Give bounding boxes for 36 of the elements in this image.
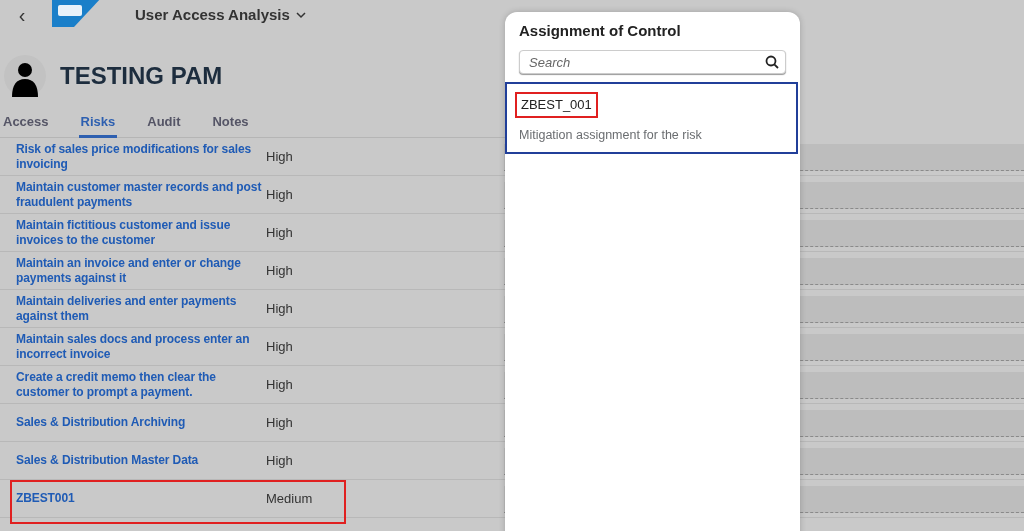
risk-link[interactable]: Risk of sales price modifications for sales invoicing <box>16 141 266 172</box>
risk-link[interactable]: ZBEST001 <box>16 491 266 506</box>
tab[interactable]: Notes <box>210 108 251 138</box>
risk-link[interactable]: Sales & Distribution Archiving <box>16 415 266 430</box>
risk-level: High <box>266 261 294 280</box>
dialog-title: Assignment of Control <box>518 21 682 41</box>
risk-level: High <box>266 375 294 394</box>
risk-level: High <box>266 147 294 166</box>
risk-level: High <box>266 413 294 432</box>
item-description: Mitigation assignment for the risk <box>519 126 703 144</box>
tab[interactable]: Audit <box>145 108 183 138</box>
risk-level: High <box>266 223 294 242</box>
risk-link[interactable]: Maintain customer master records and post fraudulent payments <box>16 179 266 210</box>
chevron-down-icon <box>295 11 306 19</box>
search-field[interactable]: Search <box>519 50 786 74</box>
risk-level: High <box>266 337 294 356</box>
risk-link[interactable]: Sales & Distribution Master Data <box>16 453 266 468</box>
risk-link[interactable]: Maintain fictitious customer and issue invoices to the customer <box>16 217 266 248</box>
risk-link[interactable]: Create a credit memo then clear the customer to prompt a payment. <box>16 369 266 400</box>
tab[interactable]: Access <box>1 108 51 138</box>
risk-link[interactable]: Maintain sales docs and process enter an incorrect invoice <box>16 331 266 362</box>
back-button[interactable]: ‹ <box>2 5 42 25</box>
risk-link[interactable]: Maintain an invoice and enter or change payments against it <box>16 255 266 286</box>
item-title: ZBEST_001 <box>515 92 598 118</box>
risk-level: High <box>266 299 294 318</box>
risk-level: High <box>266 451 294 470</box>
logo-icon <box>52 0 102 27</box>
list-item[interactable]: ZBEST_001 Mitigation assignment for the risk <box>505 82 798 154</box>
user-name: TESTING PAM <box>60 61 223 91</box>
search-icon <box>765 55 779 69</box>
tab[interactable]: Risks <box>78 108 118 138</box>
risk-link[interactable]: Maintain deliveries and enter payments against them <box>16 293 266 324</box>
avatar-icon <box>4 55 46 97</box>
risk-level: High <box>266 185 294 204</box>
risk-level: Medium <box>266 489 314 508</box>
app-title-menu[interactable]: User Access Analysis <box>135 3 306 27</box>
